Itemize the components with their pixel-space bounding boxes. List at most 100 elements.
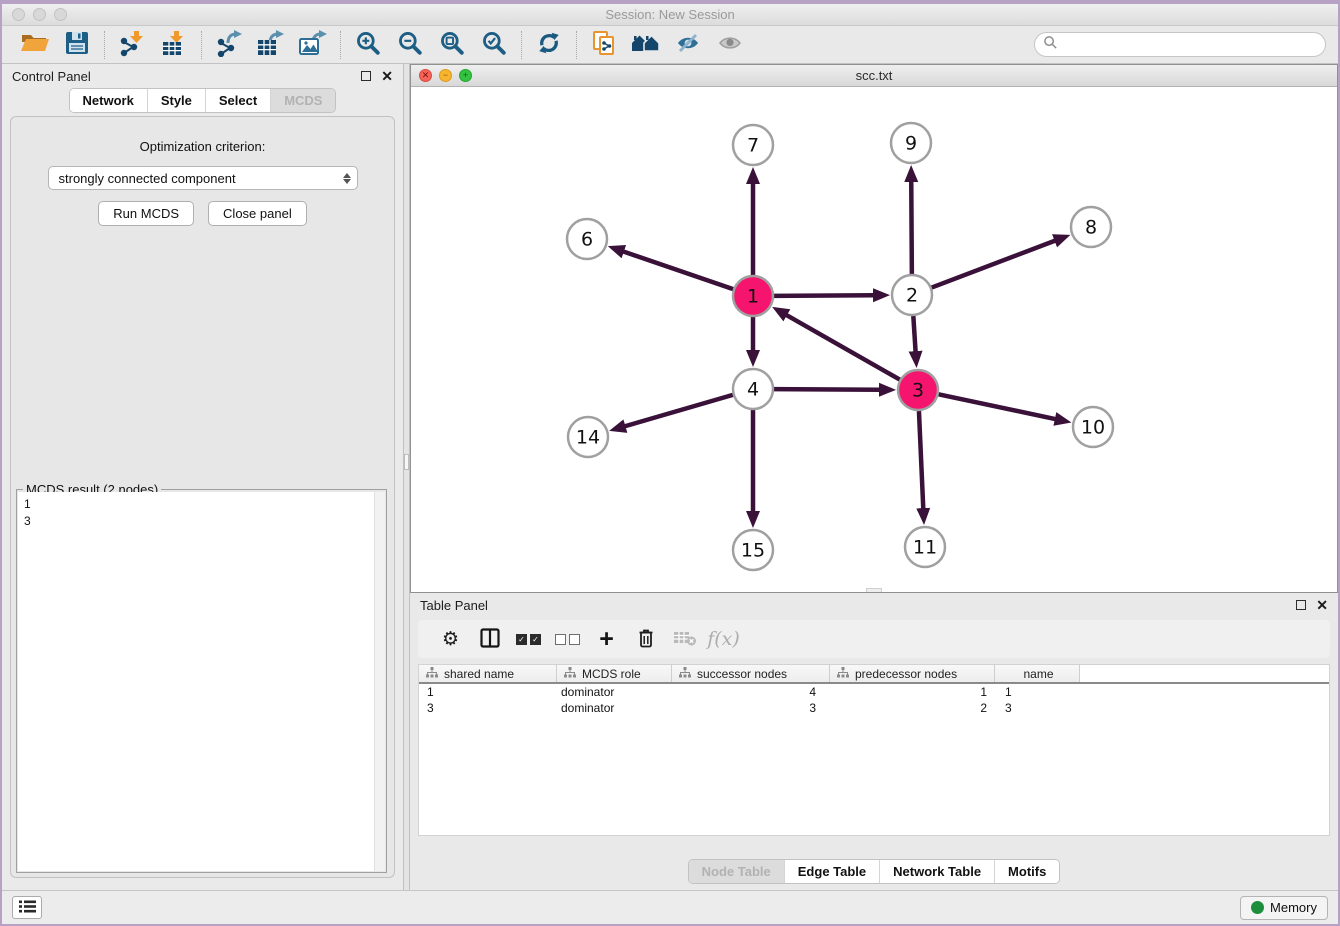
network-file-title: scc.txt [856, 68, 893, 83]
graph-node-2[interactable]: 2 [892, 275, 932, 315]
zoom-selected-button[interactable] [473, 28, 515, 62]
show-log-button[interactable] [12, 896, 42, 919]
column-header-predecessor-nodes[interactable]: predecessor nodes [830, 665, 995, 682]
create-column-button[interactable]: + [588, 624, 625, 654]
graph-edge-1-2[interactable] [774, 295, 874, 296]
zoom-out-icon [397, 30, 423, 59]
node-label: 1 [747, 286, 759, 308]
close-panel-icon[interactable]: ✕ [381, 69, 393, 83]
export-image-button[interactable] [292, 28, 334, 62]
open-session-button[interactable] [14, 28, 56, 62]
optimization-criterion-select[interactable]: strongly connected component [48, 166, 358, 190]
table-cell: dominator [557, 701, 672, 715]
import-network-button[interactable] [111, 28, 153, 62]
column-header-name[interactable]: name [995, 665, 1080, 682]
close-table-panel-icon[interactable]: ✕ [1316, 598, 1328, 612]
graph-edge-4-3[interactable] [774, 389, 880, 390]
graph-node-6[interactable]: 6 [567, 219, 607, 259]
maximize-network-button[interactable]: + [459, 69, 472, 82]
floppy-disk-icon [64, 30, 90, 59]
network-canvas[interactable]: 7 9 6 8 1 2 4 3 14 10 15 11 [411, 87, 1337, 592]
mcds-result-list[interactable]: 1 3 [18, 492, 374, 871]
graph-node-11[interactable]: 11 [905, 527, 945, 567]
show-columns-button[interactable] [471, 624, 508, 654]
graph-node-4[interactable]: 4 [733, 369, 773, 409]
graph-edge-3-1[interactable] [786, 315, 900, 380]
apply-layout-button[interactable] [528, 28, 570, 62]
network-view-window: ✕ − + scc.txt 7 9 6 8 1 2 4 3 14 10 15 [410, 64, 1338, 593]
table-body: 1dominator4113dominator323 [419, 684, 1329, 716]
result-scrollbar[interactable] [374, 492, 385, 871]
tab-edge-table[interactable]: Edge Table [784, 860, 879, 883]
graph-edge-2-8[interactable] [932, 240, 1056, 287]
node-label: 11 [913, 537, 937, 559]
graph-edge-3-11[interactable] [919, 411, 923, 509]
tab-network-table[interactable]: Network Table [879, 860, 994, 883]
search-field[interactable] [1034, 32, 1326, 57]
export-table-button[interactable] [250, 28, 292, 62]
canvas-splitter-grip[interactable] [866, 588, 882, 592]
table-row[interactable]: 3dominator323 [419, 700, 1329, 716]
minimize-network-button[interactable]: − [439, 69, 452, 82]
delete-table-button[interactable] [666, 624, 703, 654]
zoom-in-button[interactable] [347, 28, 389, 62]
float-table-panel-icon[interactable] [1296, 600, 1306, 610]
tab-style[interactable]: Style [147, 89, 205, 112]
splitter-grip[interactable] [404, 454, 409, 470]
table-row[interactable]: 1dominator411 [419, 684, 1329, 700]
table-cell: 2 [830, 701, 995, 715]
graph-node-7[interactable]: 7 [733, 125, 773, 165]
table-header-row: shared nameMCDS rolesuccessor nodesprede… [419, 665, 1329, 684]
delete-column-button[interactable] [627, 624, 664, 654]
graph-node-9[interactable]: 9 [891, 123, 931, 163]
graph-edge-2-9[interactable] [911, 181, 912, 274]
graph-node-15[interactable]: 15 [733, 530, 773, 570]
column-header-MCDS-role[interactable]: MCDS role [557, 665, 672, 682]
node-label: 4 [747, 379, 759, 401]
close-network-button[interactable]: ✕ [419, 69, 432, 82]
window-controls [12, 8, 67, 21]
show-hidden-button[interactable] [709, 28, 751, 62]
graph-node-8[interactable]: 8 [1071, 207, 1111, 247]
graph-edge-2-3[interactable] [913, 316, 915, 352]
search-input[interactable] [1058, 37, 1317, 52]
vertical-splitter[interactable] [403, 64, 410, 890]
zoom-window-button[interactable] [54, 8, 67, 21]
table-settings-button[interactable]: ⚙ [432, 624, 469, 654]
float-panel-icon[interactable] [361, 71, 371, 81]
zoom-fit-button[interactable] [431, 28, 473, 62]
select-all-columns-button[interactable]: ✓✓ [510, 624, 547, 654]
columns-icon [480, 628, 500, 651]
tab-mcds[interactable]: MCDS [270, 89, 335, 112]
import-table-button[interactable] [153, 28, 195, 62]
run-mcds-button[interactable]: Run MCDS [98, 201, 194, 226]
zoom-out-button[interactable] [389, 28, 431, 62]
close-window-button[interactable] [12, 8, 25, 21]
unselect-all-columns-button[interactable] [549, 624, 586, 654]
memory-button[interactable]: Memory [1240, 896, 1328, 920]
tab-motifs[interactable]: Motifs [994, 860, 1059, 883]
column-header-shared-name[interactable]: shared name [419, 665, 557, 682]
function-builder-button[interactable]: f(x) [705, 624, 742, 654]
close-panel-button[interactable]: Close panel [208, 201, 307, 226]
graph-edge-3-10[interactable] [939, 394, 1056, 419]
network-window-titlebar[interactable]: ✕ − + scc.txt [411, 65, 1337, 87]
hide-selected-button[interactable] [667, 28, 709, 62]
save-session-button[interactable] [56, 28, 98, 62]
minimize-window-button[interactable] [33, 8, 46, 21]
graph-node-14[interactable]: 14 [568, 417, 608, 457]
graph-node-1[interactable]: 1 [733, 276, 773, 316]
graph-node-3[interactable]: 3 [898, 370, 938, 410]
tab-select[interactable]: Select [205, 89, 270, 112]
zoom-fit-icon [439, 30, 465, 59]
node-table[interactable]: shared nameMCDS rolesuccessor nodesprede… [418, 664, 1330, 836]
column-header-successor-nodes[interactable]: successor nodes [672, 665, 830, 682]
graph-edge-1-6[interactable] [623, 251, 733, 289]
tab-node-table[interactable]: Node Table [689, 860, 784, 883]
export-network-button[interactable] [208, 28, 250, 62]
graph-edge-4-14[interactable] [624, 395, 732, 427]
graph-node-10[interactable]: 10 [1073, 407, 1113, 447]
tab-network[interactable]: Network [70, 89, 147, 112]
clone-network-button[interactable] [583, 28, 625, 62]
home-button[interactable] [625, 28, 667, 62]
